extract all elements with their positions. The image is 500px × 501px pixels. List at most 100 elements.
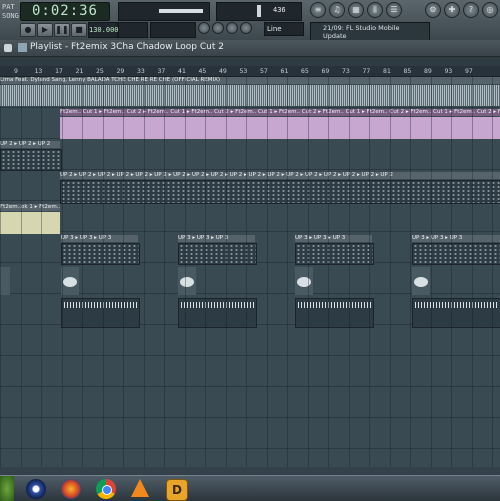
option-4[interactable] (240, 22, 252, 34)
song-label[interactable]: SONG (2, 12, 19, 20)
track-lane[interactable] (0, 201, 500, 232)
track-lane[interactable] (0, 387, 500, 418)
pattern-clip-header[interactable]: UP 2 ▸ UP 2 ▸ UP 2 (0, 141, 60, 148)
grid-line (389, 77, 391, 467)
playlist-grid[interactable]: Lima Feat. Dyland Sang, Lenny BALADA TCH… (0, 77, 500, 480)
option-2[interactable] (212, 22, 224, 34)
track-lane[interactable] (0, 325, 500, 356)
small-cut-header[interactable]: Ft2em..ok 1 ▸ Ft2em..ok 1 (0, 204, 60, 211)
up3-clip-4[interactable] (412, 243, 500, 265)
grid-line (266, 77, 268, 467)
ruler-tick: 37 (157, 67, 166, 75)
grid-line (348, 77, 350, 467)
pattern-selector[interactable] (118, 22, 148, 38)
pause-button[interactable]: ❚❚ (54, 23, 70, 37)
grid-line (492, 77, 493, 467)
playlist-subbar (0, 57, 500, 66)
time-display: 0:02:36 (20, 2, 110, 21)
media-icon[interactable] (26, 479, 46, 499)
mixer-icon[interactable]: ⫼ (367, 2, 383, 18)
master-volume-panel[interactable] (118, 2, 210, 21)
timeline-ruler[interactable]: 9 13 17 21 25 29 33 37 41 45 49 53 57 61 65 69 73 77 81 85 8… (0, 66, 500, 77)
playlist-icon[interactable]: ≡ (310, 2, 326, 18)
plugin-icon[interactable]: ✚ (444, 2, 460, 18)
chrome-icon[interactable] (96, 479, 116, 499)
browser-icon[interactable]: ☰ (386, 2, 402, 18)
track-lane[interactable] (0, 139, 500, 170)
grid-line (61, 77, 63, 467)
ruler-tick: 77 (362, 67, 371, 75)
ruler-tick: 93 (444, 67, 453, 75)
up3-header-2[interactable]: UP 3 ▸ UP 3 ▸ UP 3 (178, 235, 255, 242)
up3-header-4[interactable]: UP 3 ▸ UP 3 ▸ UP 3 (412, 235, 500, 242)
ruler-tick: 33 (137, 67, 145, 75)
ruler-tick: 57 (260, 67, 268, 75)
menu-arrow-icon[interactable] (4, 44, 12, 52)
pattern-clip-header-long[interactable]: UP 2 ▸ UP 2 ▸ UP 2 ▸ UP 2 ▸ UP 2 ▸ UP 2 … (60, 172, 500, 179)
grid-line (82, 77, 83, 467)
grid-line (287, 77, 288, 467)
ruler-tick: 25 (96, 67, 104, 75)
ruler-tick: 69 (321, 67, 330, 75)
grid-line (0, 77, 1, 467)
volume-slider[interactable] (159, 9, 203, 13)
grid-line (471, 77, 473, 467)
help-icon[interactable]: ? (463, 2, 479, 18)
firefox-icon[interactable] (61, 479, 81, 499)
piano-roll-icon[interactable]: ♫ (329, 2, 345, 18)
cut-clip-body[interactable] (60, 117, 500, 139)
grid-line (430, 77, 432, 467)
option-3[interactable] (226, 22, 238, 34)
up3-clip-1[interactable] (61, 243, 140, 265)
pattern-number: 436 (273, 6, 286, 14)
bar-pattern-4[interactable] (412, 298, 500, 328)
cut-clip-header[interactable]: Ft2em.. Cut 1 ▸ Ft2em.. Cut 2 ▸ Ft2em.. … (60, 109, 500, 116)
ruler-tick: 29 (116, 67, 125, 75)
mode-buttons[interactable] (150, 22, 196, 38)
channel-settings-icon[interactable]: ⚙ (425, 2, 441, 18)
bar-pattern-1[interactable] (61, 298, 140, 328)
grid-line (123, 77, 124, 467)
playlist-titlebar[interactable]: Playlist - Ft2emix 3Cha Chadow Loop Cut … (0, 40, 500, 57)
record-button[interactable]: ● (20, 23, 36, 37)
option-1[interactable] (198, 22, 210, 34)
start-orb-icon[interactable] (0, 476, 14, 501)
sample-hit-2[interactable] (178, 267, 196, 295)
sample-hit-1[interactable] (61, 267, 79, 295)
window-buttons: ≡ ♫ ▦ ⫼ ☰ ⚙ ✚ ? ◎ (310, 2, 500, 19)
step-sequencer-icon[interactable]: ▦ (348, 2, 364, 18)
fl-studio-icon[interactable]: D (166, 479, 188, 501)
track-lane[interactable] (0, 418, 500, 449)
vlc-icon[interactable] (131, 479, 149, 497)
stop-button[interactable]: ■ (71, 23, 87, 37)
pattern-clip-long[interactable] (60, 180, 500, 204)
grid-line (143, 77, 145, 467)
playlist-window-icon (18, 43, 27, 52)
grid-line (164, 77, 165, 467)
snap-dropdown[interactable]: Line (264, 22, 304, 36)
audio-clip-header[interactable]: Lima Feat. Dyland Sang, Lenny BALADA TCH… (0, 77, 500, 84)
up3-header-1[interactable]: UP 3 ▸ UP 3 ▸ UP 3 (61, 235, 138, 242)
ruler-tick: 21 (75, 67, 84, 75)
news-line-2: Update (323, 32, 347, 40)
pattern-clip[interactable] (0, 149, 62, 171)
small-cut-clip[interactable] (0, 212, 60, 234)
tempo-display[interactable]: 130.000 (88, 22, 119, 38)
ruler-tick: 73 (342, 67, 350, 75)
ruler-tick: 97 (465, 67, 473, 75)
sample-hit-0[interactable] (0, 267, 10, 295)
sample-hit-3[interactable] (295, 267, 313, 295)
news-panel[interactable]: 21/09: FL Studio Mobile Update (310, 22, 430, 41)
ruler-tick: 17 (55, 67, 63, 75)
cpu-icon[interactable]: ◎ (482, 2, 498, 18)
cpu-meter: 436 (216, 2, 302, 21)
news-line-1: 21/09: FL Studio Mobile (323, 24, 400, 32)
track-lane[interactable] (0, 356, 500, 387)
pat-label[interactable]: PAT (2, 3, 15, 11)
grid-line (20, 77, 22, 467)
sample-hit-4[interactable] (412, 267, 430, 295)
audio-waveform[interactable] (0, 85, 500, 106)
snap-options[interactable] (198, 22, 260, 36)
grid-line (246, 77, 247, 467)
play-button[interactable]: ▶ (37, 23, 53, 37)
